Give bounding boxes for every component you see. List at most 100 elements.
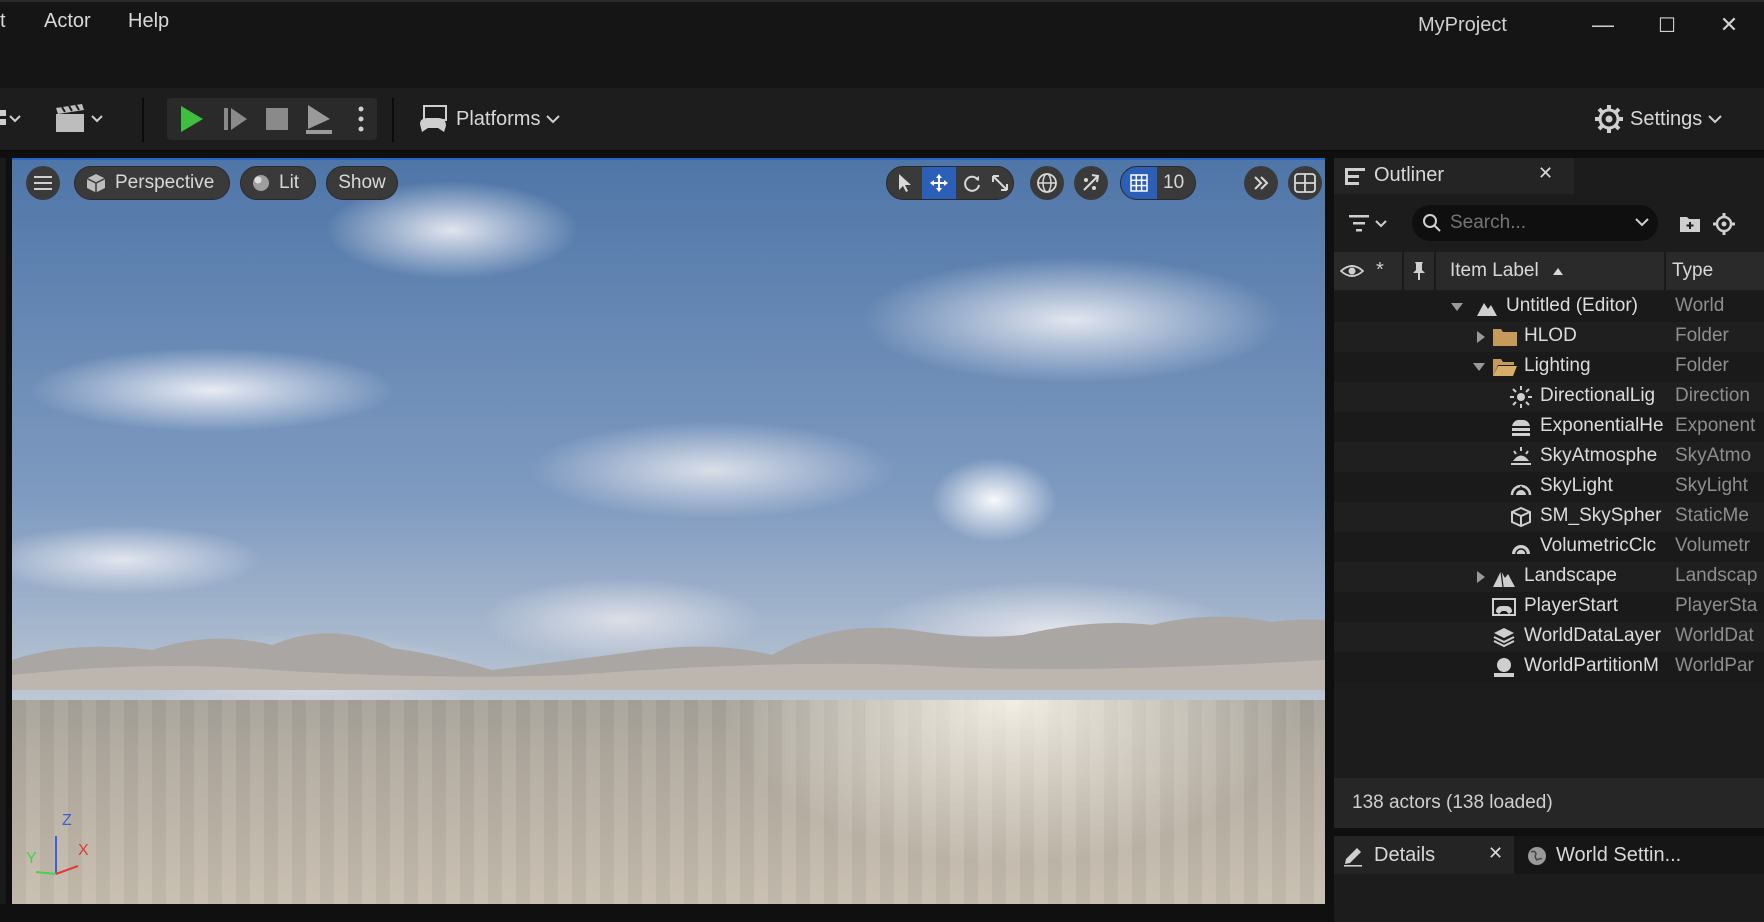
- outliner-row[interactable]: HLOD Folder: [1334, 322, 1764, 352]
- maximize-button[interactable]: ☐: [1652, 12, 1682, 38]
- perspective-button[interactable]: Perspective: [74, 166, 230, 200]
- platforms-label: Platforms: [456, 107, 541, 130]
- show-label: Show: [338, 172, 386, 193]
- actor-count-status: 138 actors (138 loaded): [1352, 792, 1553, 813]
- outliner-row[interactable]: WorldDataLayer WorldDat: [1334, 622, 1764, 652]
- menu-item-actor[interactable]: Actor: [44, 10, 91, 33]
- rotate-tool-button[interactable]: [956, 167, 988, 199]
- chevron-down-icon[interactable]: [1634, 217, 1650, 229]
- close-icon[interactable]: ✕: [1538, 163, 1553, 184]
- close-icon[interactable]: ✕: [1488, 843, 1503, 864]
- details-tab-label: Details: [1374, 844, 1436, 866]
- star-icon[interactable]: *: [1376, 259, 1384, 282]
- play-button[interactable]: [178, 102, 206, 136]
- world-settings-tab-label: World Settin...: [1556, 844, 1682, 866]
- row-type: Volumetr: [1675, 535, 1750, 556]
- outliner-row[interactable]: ExponentialHe Exponent: [1334, 412, 1764, 442]
- platforms-button[interactable]: Platforms: [418, 102, 562, 136]
- perspective-label: Perspective: [115, 172, 215, 193]
- outliner-row[interactable]: Untitled (Editor) World: [1334, 292, 1764, 322]
- row-label: SkyAtmosphe: [1540, 445, 1658, 466]
- row-type: Folder: [1675, 325, 1729, 346]
- expand-arrow-right-icon[interactable]: [1476, 330, 1486, 344]
- sort-ascending-icon: [1553, 268, 1563, 275]
- row-label: Untitled (Editor): [1506, 295, 1638, 316]
- grid-snap-value[interactable]: 10: [1163, 172, 1184, 194]
- settings-button[interactable]: Settings: [1594, 102, 1724, 136]
- row-label: PlayerStart: [1524, 595, 1618, 616]
- mode-dropdown-button[interactable]: [0, 104, 26, 134]
- scale-tool-button[interactable]: [987, 167, 1013, 199]
- menu-item-partial[interactable]: t: [0, 10, 6, 33]
- row-type: World: [1675, 295, 1725, 316]
- surface-snapping-button[interactable]: [1074, 166, 1108, 200]
- close-window-button[interactable]: ✕: [1714, 12, 1744, 38]
- minimize-button[interactable]: —: [1588, 12, 1618, 38]
- view-mode-button[interactable]: Lit: [240, 166, 316, 200]
- coordinate-system-button[interactable]: [1030, 166, 1064, 200]
- outliner-settings-button[interactable]: [1712, 212, 1736, 236]
- cube-icon: [86, 174, 106, 193]
- skylight-icon: [1510, 484, 1532, 496]
- outliner-row[interactable]: DirectionalLig Direction: [1334, 382, 1764, 412]
- stop-button[interactable]: [264, 106, 290, 132]
- level-viewport[interactable]: Perspective Lit Show 10 Z X Y: [12, 158, 1325, 906]
- viewport-options-button[interactable]: [26, 166, 60, 200]
- row-label: VolumetricClc: [1540, 535, 1657, 556]
- translate-tool-button[interactable]: [922, 167, 956, 199]
- landscape-icon: [1493, 570, 1515, 588]
- play-options-button[interactable]: [356, 104, 366, 134]
- world-settings-tab[interactable]: World Settin...: [1526, 836, 1764, 874]
- eye-icon[interactable]: [1340, 263, 1364, 279]
- add-folder-button[interactable]: [1678, 212, 1702, 236]
- row-type: Folder: [1675, 355, 1729, 376]
- details-tab-bar: Details ✕ World Settin...: [1334, 836, 1764, 874]
- outliner-tab[interactable]: Outliner ✕: [1334, 158, 1574, 194]
- show-button[interactable]: Show: [326, 166, 398, 200]
- axis-x-label: X: [78, 842, 89, 859]
- grid-icon: [1130, 174, 1148, 192]
- cinematics-button[interactable]: [54, 100, 110, 138]
- scale-icon: [992, 175, 1009, 191]
- expand-arrow-down-icon[interactable]: [1472, 361, 1486, 373]
- row-type: SkyLight: [1675, 475, 1748, 496]
- viewport-layout-button[interactable]: [1288, 166, 1322, 200]
- outliner-title: Outliner: [1374, 164, 1445, 186]
- fog-icon: [1512, 419, 1530, 436]
- globe-icon: [1037, 173, 1057, 193]
- menu-item-help[interactable]: Help: [128, 10, 169, 33]
- double-chevron-right-icon: [1254, 176, 1269, 190]
- axis-z-label: Z: [62, 812, 72, 829]
- row-label: Landscape: [1524, 565, 1617, 586]
- sky-atmosphere-icon: [1511, 447, 1531, 465]
- expand-arrow-right-icon[interactable]: [1476, 570, 1486, 584]
- column-item-label[interactable]: Item Label: [1450, 260, 1539, 282]
- grid-snap-toggle[interactable]: [1121, 167, 1157, 199]
- world-partition-icon: [1494, 658, 1514, 677]
- toolbar-separator: [142, 98, 144, 142]
- pin-icon[interactable]: [1412, 261, 1426, 281]
- column-type[interactable]: Type: [1672, 260, 1713, 282]
- viewport-mountains: [12, 616, 1325, 690]
- cursor-icon: [898, 174, 911, 192]
- outliner-row[interactable]: SkyLight SkyLight: [1334, 472, 1764, 502]
- more-viewport-options-button[interactable]: [1244, 166, 1278, 200]
- outliner-search-input[interactable]: [1448, 209, 1622, 237]
- outliner-row[interactable]: Landscape Landscap: [1334, 562, 1764, 592]
- expand-arrow-down-icon[interactable]: [1450, 301, 1464, 313]
- hamburger-icon: [34, 176, 52, 190]
- details-tab[interactable]: Details ✕: [1334, 836, 1514, 874]
- outliner-row[interactable]: WorldPartitionM WorldPar: [1334, 652, 1764, 682]
- select-tool-button[interactable]: [887, 167, 922, 199]
- outliner-row[interactable]: PlayerStart PlayerSta: [1334, 592, 1764, 622]
- eject-icon: [306, 105, 332, 134]
- row-type: WorldPar: [1675, 655, 1754, 676]
- outliner-row[interactable]: SkyAtmosphe SkyAtmo: [1334, 442, 1764, 472]
- eject-button[interactable]: [304, 102, 334, 136]
- filter-button[interactable]: [1348, 212, 1390, 236]
- step-forward-button[interactable]: [222, 104, 250, 134]
- outliner-row[interactable]: VolumetricClc Volumetr: [1334, 532, 1764, 562]
- transform-tools-group: [886, 166, 1014, 200]
- outliner-row[interactable]: SM_SkySpher StaticMe: [1334, 502, 1764, 532]
- outliner-row[interactable]: Lighting Folder: [1334, 352, 1764, 382]
